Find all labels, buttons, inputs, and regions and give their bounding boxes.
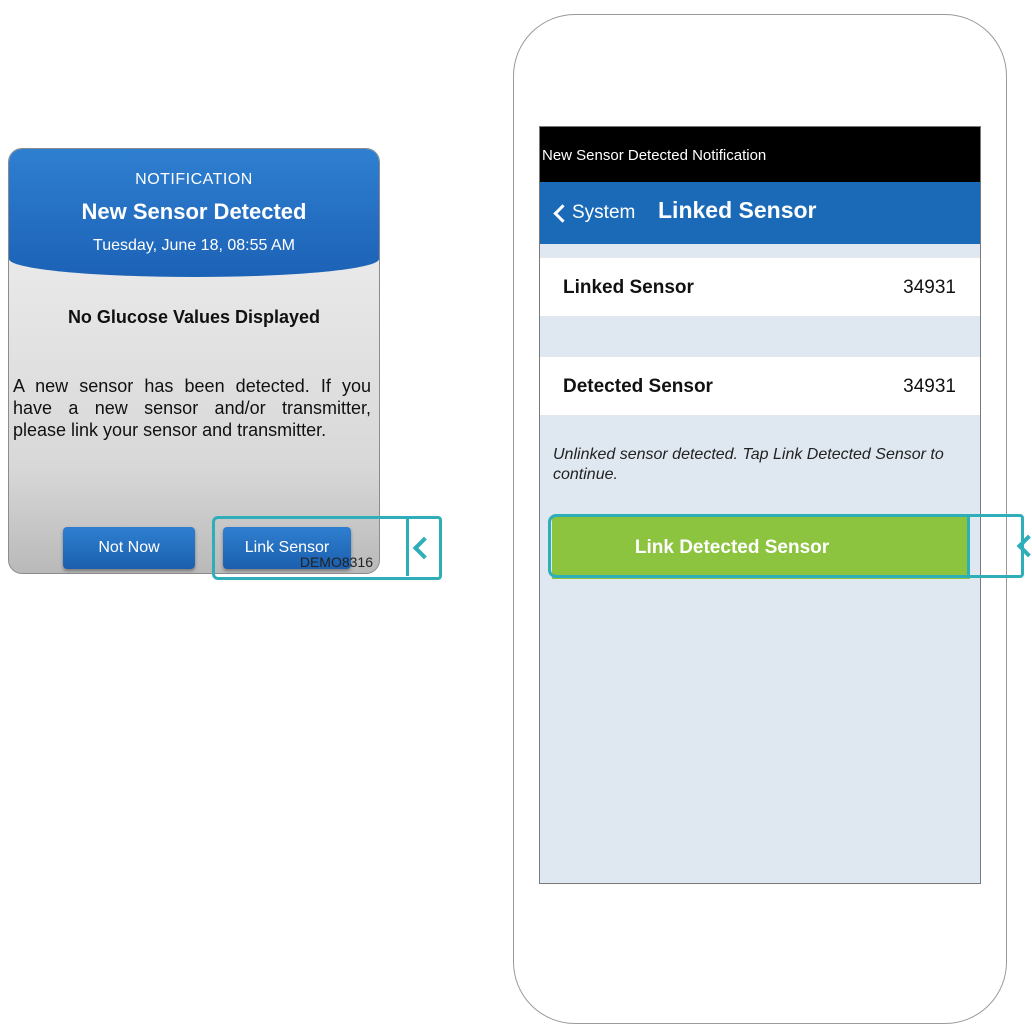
detected-sensor-value: 34931: [903, 376, 956, 397]
phone-screen: New Sensor Detected Notification System …: [539, 126, 981, 884]
link-detected-sensor-button[interactable]: Link Detected Sensor: [552, 517, 970, 579]
notification-banner[interactable]: New Sensor Detected Notification: [540, 127, 980, 182]
notification-message: A new sensor has been detected. If you h…: [13, 376, 371, 440]
chevron-left-icon: [553, 204, 572, 223]
link-detected-sensor-label: Link Detected Sensor: [634, 537, 830, 558]
linked-sensor-row: Linked Sensor 34931: [540, 257, 980, 317]
notification-alert-text: No Glucose Values Displayed: [67, 307, 321, 327]
notification-title: New Sensor Detected: [81, 199, 307, 224]
linked-sensor-label: Linked Sensor: [563, 277, 694, 298]
back-button-label: System: [572, 202, 636, 223]
detected-sensor-row: Detected Sensor 34931: [540, 356, 980, 416]
notification-header: NOTIFICATION New Sensor Detected Tuesday…: [9, 149, 379, 277]
navigation-bar: System Linked Sensor: [540, 182, 980, 244]
not-now-button[interactable]: Not Now: [63, 527, 195, 569]
notification-label: NOTIFICATION: [135, 171, 253, 188]
notification-dialog: NOTIFICATION New Sensor Detected Tuesday…: [8, 148, 380, 574]
detected-sensor-label: Detected Sensor: [563, 376, 713, 397]
page-title: Linked Sensor: [658, 197, 817, 223]
unlinked-hint-text: Unlinked sensor detected. Tap Link Detec…: [553, 446, 944, 483]
notification-banner-text: New Sensor Detected Notification: [542, 147, 767, 164]
linked-sensor-value: 34931: [903, 277, 956, 298]
notification-datetime: Tuesday, June 18, 08:55 AM: [93, 237, 295, 254]
demo-code-label: DEMO8316: [299, 554, 373, 570]
